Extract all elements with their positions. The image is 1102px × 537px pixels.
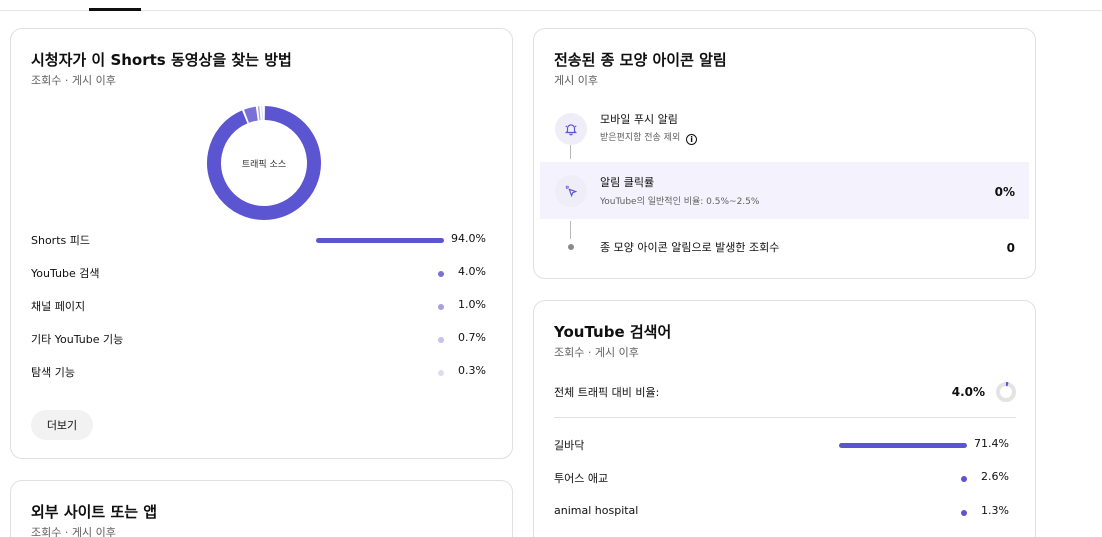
card-title: 시청자가 이 Shorts 동영상을 찾는 방법	[31, 51, 292, 69]
card-subtitle: 게시 이후	[554, 74, 598, 87]
step-title: 알림 클릭률	[600, 176, 655, 189]
traffic-source-percent: 1.0%	[458, 298, 486, 311]
traffic-source-row: 채널 페이지 1.0%	[31, 296, 491, 316]
mini-ring-chart	[996, 382, 1016, 402]
timeline-dot	[568, 244, 574, 250]
search-term-dot	[961, 510, 967, 516]
traffic-source-label: 탐색 기능	[31, 366, 75, 379]
bell-views-value: 0	[1006, 241, 1015, 255]
total-ratio-label: 전체 트래픽 대비 비율:	[554, 386, 660, 399]
search-term-row: 투어스 애교 2.6%	[554, 468, 1014, 488]
traffic-source-dot	[438, 304, 444, 310]
search-term-label: 투어스 애교	[554, 472, 609, 485]
search-term-bar	[839, 443, 967, 448]
step-subtitle: 받은편지함 전송 제외 i	[600, 130, 698, 145]
search-term-dot	[961, 476, 967, 482]
card-subtitle: 조회수 · 게시 이후	[31, 74, 116, 87]
total-ratio-value: 4.0%	[951, 385, 985, 399]
timeline-connector	[570, 145, 571, 159]
bell-icon	[555, 113, 587, 145]
traffic-source-bar	[316, 238, 444, 243]
step-title: 모바일 푸시 알림	[600, 113, 678, 126]
traffic-source-percent: 0.7%	[458, 331, 486, 344]
traffic-source-row: 탐색 기능 0.3%	[31, 362, 491, 382]
search-term-row: animal hospital 1.3%	[554, 502, 1014, 522]
traffic-source-dot	[438, 271, 444, 277]
traffic-source-label: 기타 YouTube 기능	[31, 333, 124, 346]
search-term-percent: 2.6%	[981, 470, 1009, 483]
search-term-percent: 71.4%	[974, 437, 1009, 450]
donut-center-label: 트래픽 소스	[241, 159, 287, 170]
external-sites-card: 외부 사이트 또는 앱 조회수 · 게시 이후	[10, 480, 513, 537]
cursor-click-icon	[555, 175, 587, 207]
traffic-source-label: YouTube 검색	[31, 267, 100, 280]
card-title: 전송된 종 모양 아이콘 알림	[554, 51, 727, 69]
card-title: 외부 사이트 또는 앱	[31, 503, 158, 521]
traffic-source-dot	[438, 370, 444, 376]
traffic-donut-chart: 트래픽 소스	[205, 104, 323, 222]
ctr-value: 0%	[994, 185, 1015, 199]
search-term-row: 길바닥 71.4%	[554, 435, 1014, 455]
active-tab-indicator	[89, 8, 141, 11]
bell-notification-card: 전송된 종 모양 아이콘 알림 게시 이후 모바일 푸시 알림 받은편지함 전송…	[533, 28, 1036, 279]
traffic-source-row: Shorts 피드 94.0%	[31, 230, 491, 250]
step-title: 종 모양 아이콘 알림으로 발생한 조회수	[600, 241, 780, 254]
more-button[interactable]: 더보기	[31, 410, 93, 440]
step-subtitle: YouTube의 일반적인 비율: 0.5%~2.5%	[600, 197, 760, 207]
traffic-source-row: YouTube 검색 4.0%	[31, 263, 491, 283]
traffic-source-label: Shorts 피드	[31, 234, 90, 247]
search-term-percent: 1.3%	[981, 504, 1009, 517]
card-subtitle: 조회수 · 게시 이후	[31, 526, 116, 537]
youtube-search-terms-card: YouTube 검색어 조회수 · 게시 이후 전체 트래픽 대비 비율: 4.…	[533, 300, 1036, 537]
info-icon[interactable]: i	[686, 134, 698, 145]
traffic-source-percent: 4.0%	[458, 265, 486, 278]
card-subtitle: 조회수 · 게시 이후	[554, 346, 639, 359]
top-divider	[0, 10, 1102, 11]
traffic-source-card: 시청자가 이 Shorts 동영상을 찾는 방법 조회수 · 게시 이후 트래픽…	[10, 28, 513, 459]
timeline-connector	[570, 221, 571, 239]
divider	[554, 417, 1016, 418]
ctr-row-highlight	[540, 162, 1029, 219]
traffic-source-percent: 0.3%	[458, 364, 486, 377]
traffic-source-percent: 94.0%	[451, 232, 486, 245]
mini-ring-track	[996, 382, 1016, 402]
traffic-source-row: 기타 YouTube 기능 0.7%	[31, 329, 491, 349]
traffic-source-label: 채널 페이지	[31, 300, 86, 313]
card-title: YouTube 검색어	[554, 323, 672, 341]
traffic-source-dot	[438, 337, 444, 343]
search-term-label: animal hospital	[554, 504, 639, 517]
search-term-label: 길바닥	[554, 439, 585, 452]
